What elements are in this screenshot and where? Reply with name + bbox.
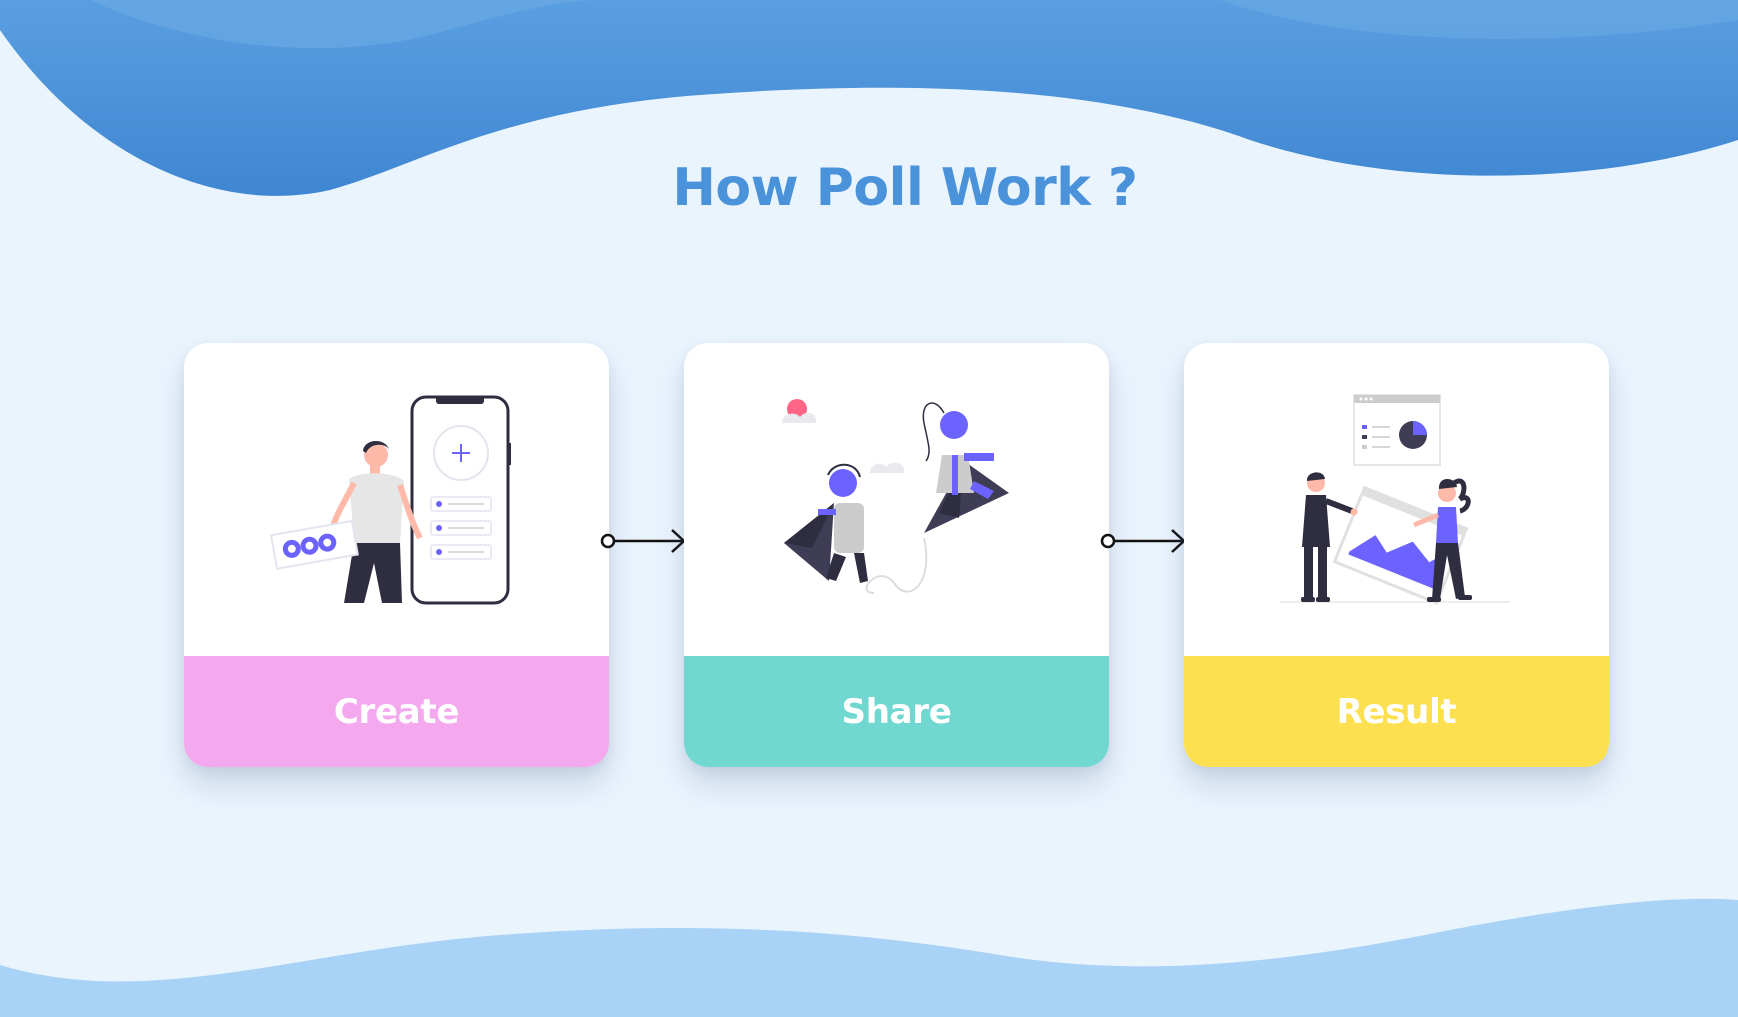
step-label-result: Result	[1336, 691, 1457, 732]
arrow-right-icon	[600, 529, 686, 553]
step-band-create: Create	[184, 656, 609, 767]
step-card-create: Create	[184, 343, 609, 767]
step-card-result: Result	[1184, 343, 1609, 767]
person-phone-illustration	[269, 395, 511, 605]
arrow-right-icon	[1100, 529, 1186, 553]
step-label-share: Share	[841, 691, 952, 732]
step-band-share: Share	[684, 656, 1109, 767]
step-card-share: Share	[684, 343, 1109, 767]
step-band-result: Result	[1184, 656, 1609, 767]
step-label-create: Create	[333, 691, 460, 732]
page-title: How Poll Work ?	[672, 158, 1138, 218]
bottom-wave	[0, 898, 1738, 1017]
paper-plane-illustration	[782, 399, 1009, 594]
chart-presentation-illustration	[1280, 394, 1510, 605]
